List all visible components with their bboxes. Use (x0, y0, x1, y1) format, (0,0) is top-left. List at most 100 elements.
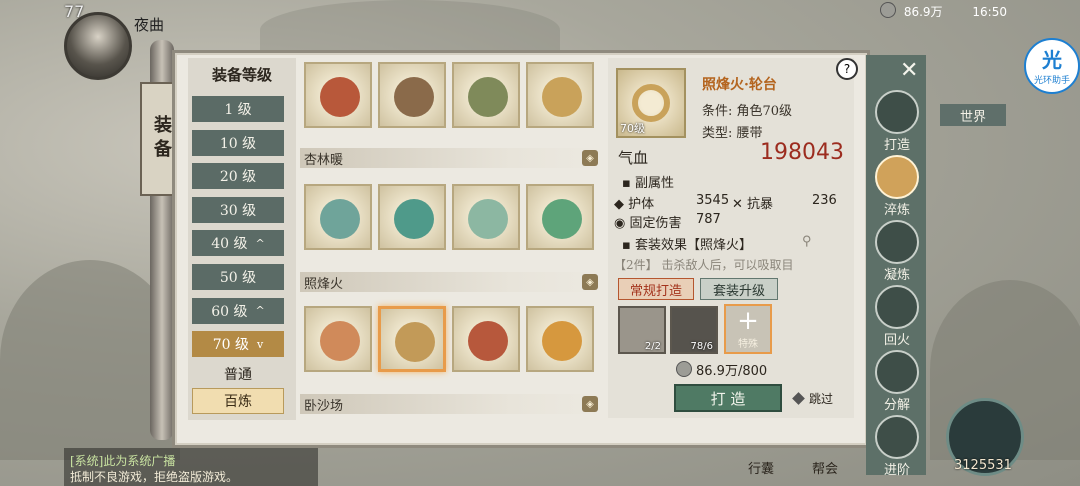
tassel-belt-icon (395, 322, 435, 362)
shield-icon: ◆ (614, 197, 624, 212)
combat-power: 3125531 (954, 458, 1012, 473)
attr-kangbao: ✕ 抗暴 (732, 197, 774, 212)
level-filter-2[interactable]: 10 级 (192, 129, 284, 156)
level-filter-label: 20 级 (219, 169, 257, 186)
helper-button[interactable]: 光 光环助手 (1024, 38, 1080, 94)
close-icon[interactable]: ✕ (900, 58, 918, 83)
equipment-slot[interactable] (452, 306, 520, 372)
side-menu-label: 淬炼 (883, 203, 910, 218)
red-shoulder-armor-icon (320, 77, 360, 117)
level-filter-label: 50 级 (219, 270, 257, 286)
chat-line-notice: 抵制不良游戏，拒绝盗版游戏。 (70, 470, 239, 484)
level-filter-3[interactable]: 20 级 (192, 163, 284, 190)
material-iron-ingot[interactable]: 2/2 (618, 306, 666, 354)
chevron-down-icon: v (257, 337, 264, 351)
teal-boots-icon (468, 199, 508, 239)
selected-item-icon: 70级 (616, 68, 686, 138)
red-boots-icon (468, 321, 508, 361)
forge-cost: 86.9万/800 (676, 360, 767, 379)
level-filter-7[interactable]: 60 级 ^ (192, 297, 284, 324)
level-filter-4[interactable]: 30 级 (192, 196, 284, 223)
side-menu-label: 打造 (883, 138, 910, 153)
attr-guding: ◉ 固定伤害 (614, 216, 682, 231)
help-icon[interactable]: ? (836, 58, 858, 80)
side-menu-label: 回火 (883, 333, 910, 348)
equipment-slot[interactable] (452, 62, 520, 128)
level-filter-6[interactable]: 50 级 (192, 264, 284, 290)
currency-bar: 86.9万 16:50 (880, 2, 1028, 26)
side-menu-item-5[interactable]: 分解 (870, 350, 924, 413)
player-name: 夜曲 (134, 16, 165, 34)
quality-label: 普通 (224, 367, 252, 383)
set-effect-desc: 【2件】 击杀敌人后，可以吸取目 (614, 258, 794, 272)
equipment-slot[interactable] (304, 62, 372, 128)
jade-ring-icon (542, 199, 582, 239)
item-condition: 条件: 角色70级 (702, 104, 793, 119)
side-menu-item-1[interactable]: 打造 (870, 90, 924, 153)
equipment-slot[interactable] (378, 62, 446, 128)
skip-toggle[interactable]: 跳过 (792, 390, 833, 407)
level-filter-label: 10 级 (219, 135, 257, 152)
chevron-up-icon: ^ (255, 236, 265, 250)
set-header: 卧沙场 ◈ (300, 394, 602, 414)
green-boots-icon (468, 77, 508, 117)
equipment-slot[interactable] (378, 306, 446, 372)
menu-emblem-icon (875, 155, 919, 199)
helper-icon: 光 (1042, 48, 1062, 72)
player-level: 77 (64, 2, 85, 21)
level-filter-1[interactable]: 1 级 (192, 96, 284, 122)
level-filter-title: 装备等级 (211, 66, 272, 84)
equipment-slot[interactable] (304, 184, 372, 250)
equipment-slot[interactable] (526, 306, 594, 372)
guild-button[interactable]: 帮会 (812, 458, 838, 477)
belt-icon (632, 84, 670, 122)
side-menu-item-2[interactable]: 淬炼 (870, 155, 924, 218)
seal-icon: ◈ (582, 396, 598, 412)
teal-robe-icon (320, 199, 360, 239)
tab-set-upgrade[interactable]: 套装升级 (700, 278, 778, 300)
material-count: 78/6 (690, 341, 713, 352)
diamond-icon (792, 392, 805, 405)
attr-huti: ◆ 护体 (614, 197, 655, 212)
silver-amount: 86.9万 (903, 5, 943, 19)
side-menu-item-6[interactable]: 进阶 (870, 415, 924, 478)
tab-normal-forge[interactable]: 常规打造 (618, 278, 694, 300)
material-ore-stone[interactable]: 78/6 (670, 306, 718, 354)
bag-button[interactable]: 行囊 (748, 458, 774, 477)
level-filter-label: 70 级 (212, 337, 250, 354)
forge-button[interactable]: 打 造 (674, 384, 782, 412)
equipment-slot[interactable] (304, 306, 372, 372)
teal-belt-icon (394, 199, 434, 239)
world-button[interactable]: 世界 (940, 104, 1006, 126)
magnifier-icon[interactable]: ⚲ (802, 234, 812, 249)
gold-ring-icon (542, 77, 582, 117)
qixue-label: 气血 (618, 149, 649, 167)
equipment-slot[interactable] (526, 62, 594, 128)
set-header: 照烽火 ◈ (300, 272, 602, 292)
player-avatar[interactable] (64, 12, 132, 80)
quality-button-bailian[interactable]: 百炼 (192, 388, 284, 414)
amber-ring-icon (542, 321, 582, 361)
chevron-up-icon: ^ (255, 304, 265, 318)
menu-emblem-icon (875, 220, 919, 264)
attr-kangbao-value: 236 (812, 193, 837, 208)
menu-emblem-icon (875, 350, 919, 394)
special-label: 特殊 (738, 339, 758, 350)
item-type: 类型: 腰带 (702, 126, 763, 141)
chat-line-system: [系统]此为系统广播 (70, 454, 176, 468)
level-filter-5[interactable]: 40 级 ^ (192, 230, 284, 257)
equipment-slot[interactable] (378, 184, 446, 250)
side-menu-label: 进阶 (883, 463, 910, 478)
side-menu-item-4[interactable]: 回火 (870, 285, 924, 348)
orange-robe-icon (320, 321, 360, 361)
crossed-swords-icon: ✕ (732, 197, 743, 212)
level-filter-label: 40 级 (211, 236, 248, 253)
equipment-slot[interactable] (526, 184, 594, 250)
equipment-slot[interactable] (452, 184, 520, 250)
set-name: 卧沙场 (304, 398, 344, 414)
add-special-material-button[interactable]: + 特殊 (724, 304, 772, 354)
level-filter-8[interactable]: 70 级 v (192, 331, 284, 358)
material-count: 2/2 (644, 341, 661, 352)
side-menu-item-3[interactable]: 凝炼 (870, 220, 924, 283)
attr-guding-value: 787 (696, 212, 721, 227)
